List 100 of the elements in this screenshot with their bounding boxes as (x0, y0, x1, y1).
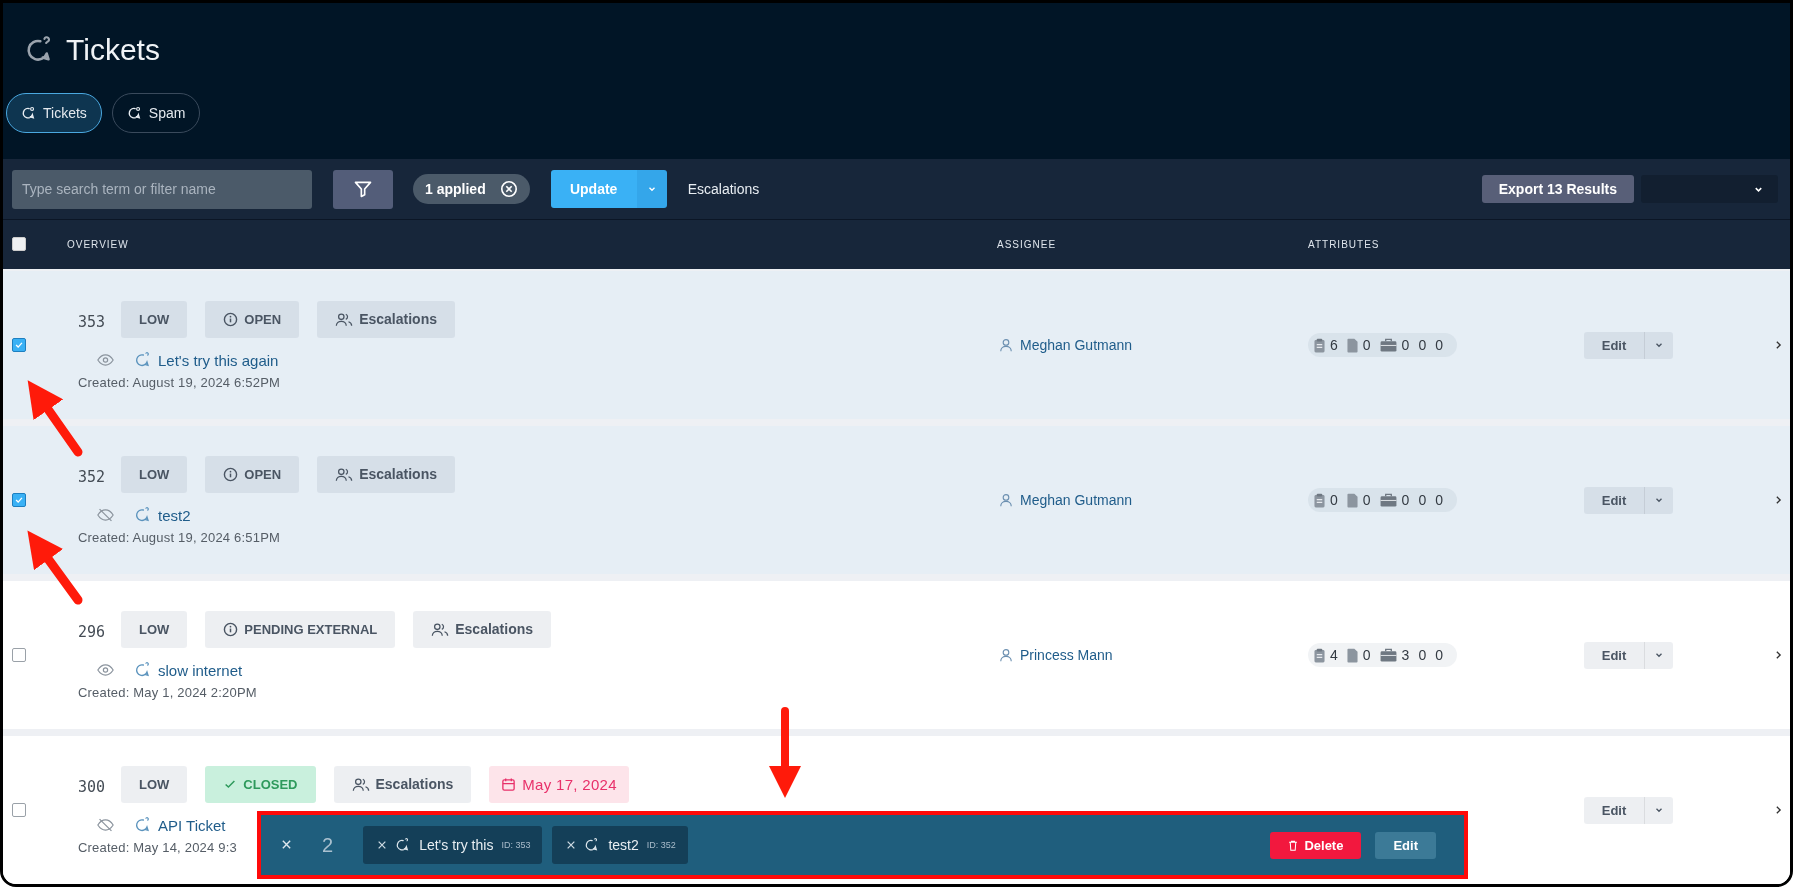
briefcase-icon (1379, 338, 1397, 352)
assignee-link[interactable]: Princess Mann (1020, 647, 1113, 663)
person-icon (999, 648, 1013, 662)
chat-bubble-icon (21, 106, 35, 120)
users-icon (431, 621, 450, 637)
column-header: ASSIGNEE (997, 238, 1058, 250)
close-icon (281, 838, 292, 850)
delete-button[interactable]: Delete (1270, 831, 1362, 859)
created-date: Created: August 19, 2024 6:51PM (78, 529, 281, 545)
priority-badge: LOW (121, 300, 188, 338)
assignee-link[interactable]: Meghan Gutmann (1020, 337, 1133, 353)
bulk-edit-button[interactable]: Edit (1375, 831, 1436, 859)
clipboard-icon (1314, 337, 1325, 353)
row-checkbox[interactable] (12, 338, 26, 352)
selection-count: 2 (322, 833, 334, 857)
ticket-title-link[interactable]: test2 (158, 506, 191, 524)
edit-menu-toggle[interactable] (1644, 796, 1673, 824)
eye-slash-icon[interactable] (97, 508, 114, 522)
clipboard-icon (1314, 492, 1325, 508)
attribute-count: 0 (1435, 492, 1443, 508)
close-icon (499, 180, 518, 199)
row-checkbox[interactable] (12, 493, 26, 507)
row-checkbox[interactable] (12, 803, 26, 817)
edit-button[interactable]: Edit (1584, 331, 1644, 359)
file-icon (1346, 492, 1358, 508)
attribute-count: 0 (1435, 647, 1443, 663)
edit-menu-toggle[interactable] (1644, 641, 1673, 669)
chat-bubble-icon (134, 352, 150, 368)
chip-title: test2 (608, 837, 639, 853)
chat-bubble-icon (134, 662, 150, 678)
attribute-count: 0 (1401, 492, 1410, 508)
table-row[interactable]: 352 LOW OPEN Escalations test2 Created: August 19, 2024 6:51PM Meghan Gutmann 0 0 0 0 0 Edit (3, 426, 1790, 574)
users-icon (335, 311, 354, 327)
eye-slash-icon[interactable] (97, 818, 114, 832)
chevron-right-icon[interactable] (1775, 650, 1782, 660)
created-date: Created: May 1, 2024 2:20PM (78, 684, 257, 700)
chat-bubble-icon (134, 817, 150, 833)
ticket-number: 296 (78, 623, 107, 641)
chat-bubble-icon (395, 838, 410, 852)
select-all-checkbox[interactable] (12, 237, 26, 252)
chevron-right-icon[interactable] (1775, 340, 1782, 350)
status-badge: OPEN (205, 300, 300, 338)
chat-bubble-icon (584, 838, 599, 852)
chat-bubble-icon (134, 507, 150, 523)
attribute-count: 6 (1330, 337, 1338, 353)
chip-title: Let's try this (419, 837, 494, 853)
attribute-count: 0 (1418, 492, 1427, 508)
export-button[interactable]: Export 13 Results (1481, 175, 1634, 204)
ticket-number: 300 (78, 778, 107, 796)
table-row[interactable]: 353 LOW OPEN Escalations Let's try this again Created: August 19, 2024 6:52PM Meghan Gutmann 6 0 0 0 0 Edit (3, 271, 1790, 419)
info-icon (223, 311, 239, 327)
close-icon[interactable] (377, 840, 388, 850)
users-icon (335, 466, 354, 482)
search-field[interactable]: Type search term or filter name (12, 169, 312, 209)
created-date: Created: August 19, 2024 6:52PM (78, 374, 281, 390)
team-badge: Escalations (317, 300, 455, 338)
due-date-badge: May 17, 2024 (489, 765, 629, 803)
tab[interactable]: Tickets (6, 93, 102, 133)
attribute-count: 0 (1418, 647, 1427, 663)
edit-button[interactable]: Edit (1584, 486, 1644, 514)
team-badge: Escalations (333, 765, 472, 803)
chevron-right-icon[interactable] (1775, 805, 1782, 815)
chevron-right-icon[interactable] (1775, 495, 1782, 505)
view-name: Escalations (687, 181, 760, 198)
table-row[interactable]: 296 LOW PENDING EXTERNAL Escalations slow internet Created: May 1, 2024 2:20PM Princess Mann 4 0 3 0 0 Edit (3, 581, 1790, 729)
edit-button[interactable]: Edit (1584, 641, 1644, 669)
attribute-count: 3 (1401, 647, 1410, 663)
filter-chip[interactable]: 1 applied (413, 174, 530, 205)
eye-icon[interactable] (97, 664, 114, 676)
priority-badge: LOW (121, 765, 188, 803)
priority-badge: LOW (121, 455, 188, 493)
column-header: ATTRIBUTES (1308, 238, 1380, 250)
ticket-title-link[interactable]: slow internet (158, 661, 243, 679)
file-icon (1346, 337, 1358, 353)
edit-menu-toggle[interactable] (1644, 331, 1673, 359)
team-badge: Escalations (317, 455, 455, 493)
briefcase-icon (1379, 648, 1397, 662)
info-icon (223, 621, 239, 637)
eye-icon[interactable] (97, 354, 114, 366)
attribute-count: 4 (1330, 647, 1338, 663)
attribute-count: 0 (1330, 492, 1338, 508)
attribute-count: 0 (1435, 337, 1443, 353)
briefcase-icon (1379, 493, 1397, 507)
filter-button[interactable] (333, 169, 393, 209)
trash-icon (1288, 839, 1299, 851)
ticket-title-link[interactable]: API Ticket (158, 816, 226, 834)
edit-menu-toggle[interactable] (1644, 486, 1673, 514)
attribute-count: 0 (1401, 337, 1410, 353)
assignee-link[interactable]: Meghan Gutmann (1020, 492, 1133, 508)
ticket-title-link[interactable]: Let's try this again (158, 351, 279, 369)
calendar-icon (501, 776, 517, 792)
status-badge: OPEN (205, 455, 300, 493)
close-icon[interactable] (566, 840, 577, 850)
chip-id: ID: 353 (501, 840, 531, 850)
page-title: Tickets (66, 33, 160, 67)
dropdown-toggle[interactable] (636, 170, 667, 209)
edit-button[interactable]: Edit (1584, 796, 1644, 824)
team-badge: Escalations (413, 610, 552, 648)
chip-id: ID: 352 (646, 840, 676, 850)
row-checkbox[interactable] (12, 648, 26, 662)
